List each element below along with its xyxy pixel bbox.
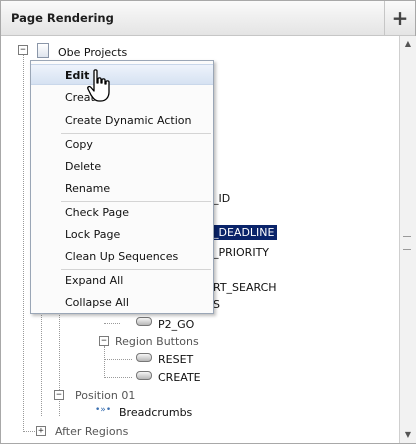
breadcrumb-icon: •»• (95, 405, 112, 415)
menu-item-clean-up-sequences[interactable]: Clean Up Sequences (31, 246, 213, 267)
scroll-thumb[interactable] (403, 236, 411, 250)
button-icon (136, 317, 152, 326)
menu-item-collapse-all[interactable]: Collapse All (31, 292, 213, 313)
menu-item-create-dynamic-action[interactable]: Create Dynamic Action (31, 110, 213, 131)
tree-guide-line (104, 323, 120, 324)
hand-cursor-icon (87, 69, 110, 102)
tree-node-p2-go[interactable]: P2_GO (158, 318, 194, 331)
tree-node-create[interactable]: CREATE (158, 371, 201, 384)
tree-node-root[interactable]: Obe Projects (58, 46, 127, 59)
tree-node-item-deadline[interactable]: _DEADLINE (210, 225, 278, 240)
menu-item-create[interactable]: Create (31, 87, 213, 108)
tree-node-after-regions[interactable]: After Regions (55, 425, 128, 438)
tree-node-item-priority[interactable]: _PRIORITY (213, 246, 269, 259)
collapse-icon[interactable]: − (54, 390, 64, 400)
button-icon (136, 353, 152, 362)
menu-item-delete[interactable]: Delete (31, 156, 213, 177)
panel-title: Page Rendering (11, 11, 114, 25)
scroll-up-icon[interactable]: ▲ (400, 36, 416, 52)
tree-guide-line (104, 346, 105, 378)
menu-item-copy[interactable]: Copy (31, 134, 213, 155)
menu-item-expand-all[interactable]: Expand All (31, 270, 213, 291)
collapse-icon[interactable]: − (18, 45, 28, 55)
menu-item-rename[interactable]: Rename (31, 178, 213, 199)
context-menu: Edit Create Create Dynamic Action Copy D… (30, 60, 214, 314)
vertical-scrollbar[interactable]: ▲ ▼ (399, 36, 416, 443)
tree-guide-line (23, 50, 24, 430)
tree-node-item-s[interactable]: S (213, 298, 220, 311)
menu-item-check-page[interactable]: Check Page (31, 202, 213, 223)
tree-node-item-id[interactable]: _ID (213, 192, 230, 205)
button-icon (136, 371, 152, 380)
menu-item-lock-page[interactable]: Lock Page (31, 224, 213, 245)
collapse-icon[interactable]: − (99, 336, 109, 346)
tree-node-breadcrumbs[interactable]: Breadcrumbs (119, 406, 192, 419)
panel-header: Page Rendering + (1, 1, 415, 36)
menu-item-edit[interactable]: Edit (31, 64, 213, 85)
page-icon (37, 43, 49, 58)
tree-node-position-01[interactable]: Position 01 (75, 389, 135, 402)
tree-guide-line (104, 359, 132, 360)
tree-guide-line (23, 431, 35, 432)
add-icon[interactable]: + (384, 1, 415, 35)
tree-node-item-search[interactable]: RT_SEARCH (213, 281, 277, 294)
tree-guide-line (104, 377, 132, 378)
tree-node-reset[interactable]: RESET (158, 353, 193, 366)
scroll-down-icon[interactable]: ▼ (400, 427, 416, 443)
tree-node-region-buttons[interactable]: Region Buttons (115, 335, 199, 348)
expand-icon[interactable]: + (36, 426, 46, 436)
